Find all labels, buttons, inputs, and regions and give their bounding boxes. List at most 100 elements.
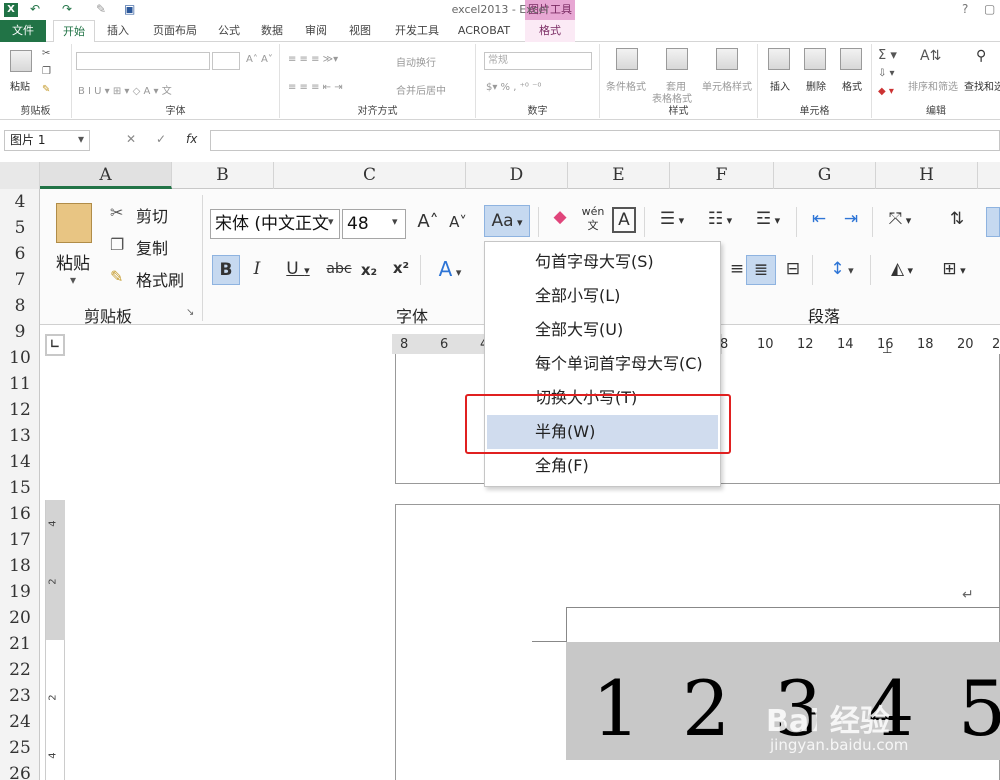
font-name-box[interactable] xyxy=(76,52,210,70)
multilevel-list-icon[interactable]: ☲ ▾ xyxy=(748,209,788,229)
row-header[interactable]: 6 xyxy=(0,241,40,267)
table-format-icon[interactable] xyxy=(666,48,688,70)
format-painter-icon[interactable]: ✎ xyxy=(42,84,50,95)
column-header-f[interactable]: F xyxy=(670,162,774,189)
row-header[interactable]: 19 xyxy=(0,579,40,605)
word-paste-label[interactable]: 粘贴 xyxy=(56,249,90,274)
show-marks-icon[interactable] xyxy=(986,207,1000,237)
word-format-painter-button[interactable]: 格式刷 xyxy=(136,267,184,291)
grow-font-icon[interactable]: A˄ xyxy=(416,211,440,232)
row-header[interactable]: 26 xyxy=(0,761,40,780)
help-button[interactable]: ? xyxy=(962,2,968,16)
format-cells-label[interactable]: 格式 xyxy=(842,78,862,93)
copy-icon[interactable]: ❐ xyxy=(42,66,51,77)
word-format-painter-icon[interactable]: ✎ xyxy=(110,267,123,286)
superscript-icon[interactable]: x² xyxy=(390,259,412,277)
cell-styles-icon[interactable] xyxy=(716,48,738,70)
delete-cells-icon[interactable] xyxy=(804,48,826,70)
paste-icon[interactable] xyxy=(10,50,32,72)
row-header[interactable]: 12 xyxy=(0,397,40,423)
insert-function-button[interactable]: fx xyxy=(186,132,197,146)
justify-icon[interactable]: ≣ xyxy=(746,255,776,285)
row-header[interactable]: 24 xyxy=(0,709,40,735)
row-header[interactable]: 20 xyxy=(0,605,40,631)
find-select-label[interactable]: 查找和选 xyxy=(964,78,1000,93)
row-header[interactable]: 8 xyxy=(0,293,40,319)
row-header[interactable]: 9 xyxy=(0,319,40,345)
italic-icon[interactable]: I xyxy=(246,259,268,279)
font-style-icons[interactable]: B I U ▾ ⊞ ▾ ◇ A ▾ 文 xyxy=(78,82,172,97)
tab-page-layout[interactable]: 页面布局 xyxy=(145,20,205,42)
text-effects-icon[interactable]: A ▾ xyxy=(430,257,470,281)
select-all-corner[interactable] xyxy=(0,162,40,189)
number-format-box[interactable]: 常规 xyxy=(484,52,592,70)
tab-file[interactable]: 文件 xyxy=(0,20,46,42)
tab-insert[interactable]: 插入 xyxy=(98,20,138,42)
row-header[interactable]: 11 xyxy=(0,371,40,397)
word-copy-icon[interactable]: ❐ xyxy=(110,235,124,254)
menu-item-capitalize-words[interactable]: 每个单词首字母大写(C) xyxy=(487,347,718,381)
row-header[interactable]: 22 xyxy=(0,657,40,683)
menu-item-full-width[interactable]: 全角(F) xyxy=(487,449,718,483)
word-paste-icon[interactable] xyxy=(56,203,92,243)
borders-icon[interactable]: ⊞ ▾ xyxy=(932,259,976,279)
row-header[interactable]: 18 xyxy=(0,553,40,579)
formula-input[interactable] xyxy=(210,130,1000,151)
text-direction-icon[interactable]: ⤧ ▾ xyxy=(880,209,920,229)
word-cut-icon[interactable]: ✂ xyxy=(110,203,123,222)
cell-styles-label[interactable]: 单元格样式 xyxy=(702,78,752,93)
tab-stop-selector[interactable]: ∟ xyxy=(45,334,65,356)
sort-filter-label[interactable]: 排序和筛选 xyxy=(908,78,958,93)
row-header[interactable]: 14 xyxy=(0,449,40,475)
row-header[interactable]: 25 xyxy=(0,735,40,761)
ribbon-options-icon[interactable]: ▢ xyxy=(984,2,995,16)
clipboard-launcher-icon[interactable]: ↘ xyxy=(186,307,194,318)
row-header[interactable]: 16 xyxy=(0,501,40,527)
grow-font-icon[interactable]: A˄ A˅ xyxy=(246,54,273,65)
column-header-e[interactable]: E xyxy=(568,162,670,189)
column-header-a[interactable]: A xyxy=(40,162,172,189)
fill-icon[interactable]: ⇩ ▾ xyxy=(878,68,895,79)
enter-icon[interactable]: ✓ xyxy=(156,132,166,146)
align-top-icons[interactable]: ≡ ≡ ≡ ≫▾ xyxy=(288,54,338,65)
font-name-dropdown-icon[interactable]: ▾ xyxy=(328,215,334,228)
shrink-font-icon[interactable]: A˅ xyxy=(446,213,470,231)
number-format-icons[interactable]: $▾ % , ⁺⁰ ⁻⁰ xyxy=(486,82,541,93)
tab-home[interactable]: 开始 xyxy=(53,20,95,43)
autosum-icon[interactable]: Σ ▾ xyxy=(878,48,897,63)
word-paste-dropdown-icon[interactable]: ▾ xyxy=(70,273,76,287)
word-cut-button[interactable]: 剪切 xyxy=(136,203,168,227)
format-cells-icon[interactable] xyxy=(840,48,862,70)
row-header[interactable]: 15 xyxy=(0,475,40,501)
menu-item-lowercase[interactable]: 全部小写(L) xyxy=(487,279,718,313)
name-box-dropdown-icon[interactable]: ▾ xyxy=(78,132,84,146)
menu-item-sentence-case[interactable]: 句首字母大写(S) xyxy=(487,245,718,279)
word-font-name-box[interactable]: 宋体 (中文正文 xyxy=(210,209,340,239)
insert-cells-label[interactable]: 插入 xyxy=(770,78,790,93)
tab-acrobat[interactable]: ACROBAT xyxy=(453,20,515,42)
find-icon[interactable]: ⚲ xyxy=(976,48,986,64)
numbering-icon[interactable]: ☷ ▾ xyxy=(700,209,740,229)
row-header[interactable]: 23 xyxy=(0,683,40,709)
cut-icon[interactable]: ✂ xyxy=(42,48,50,59)
increase-indent-icon[interactable]: ⇥ xyxy=(838,209,864,229)
column-header-h[interactable]: H xyxy=(876,162,978,189)
line-spacing-icon[interactable]: ↕ ▾ xyxy=(822,259,862,279)
insert-cells-icon[interactable] xyxy=(768,48,790,70)
delete-cells-label[interactable]: 删除 xyxy=(806,78,826,93)
row-header[interactable]: 4 xyxy=(0,189,40,215)
merge-center-button[interactable]: 合并后居中 xyxy=(396,82,446,97)
decrease-indent-icon[interactable]: ⇤ xyxy=(806,209,832,229)
clear-icon[interactable]: ◆ ▾ xyxy=(878,86,894,97)
cancel-icon[interactable]: ✕ xyxy=(126,132,136,146)
tab-format[interactable]: 格式 xyxy=(525,20,575,42)
wrap-text-button[interactable]: 自动换行 xyxy=(396,54,436,69)
column-header-d[interactable]: D xyxy=(466,162,568,189)
sort-filter-icon[interactable]: A⇅ xyxy=(920,48,941,64)
distributed-icon[interactable]: ⊟ xyxy=(780,259,806,279)
bullets-icon[interactable]: ☰ ▾ xyxy=(652,209,692,229)
column-header-c[interactable]: C xyxy=(274,162,466,189)
row-header[interactable]: 7 xyxy=(0,267,40,293)
menu-item-uppercase[interactable]: 全部大写(U) xyxy=(487,313,718,347)
conditional-format-icon[interactable] xyxy=(616,48,638,70)
